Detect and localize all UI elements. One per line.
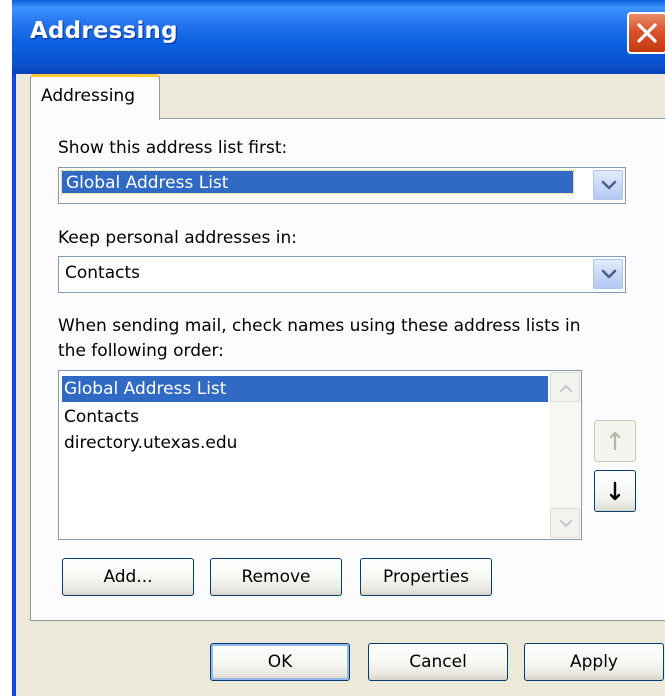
chevron-up-icon [559, 384, 573, 393]
chevron-down-icon [601, 269, 617, 279]
move-up-button[interactable] [594, 420, 636, 462]
keep-personal-dropdown[interactable]: Contacts [58, 256, 626, 293]
properties-button[interactable]: Properties [360, 558, 492, 596]
add-button[interactable]: Add... [62, 558, 194, 596]
scroll-down-button[interactable] [550, 508, 580, 538]
title-bar[interactable]: Addressing [12, 0, 665, 74]
show-first-dropdown[interactable]: Global Address List [58, 167, 626, 204]
listbox-scrollbar[interactable] [550, 372, 580, 538]
keep-personal-label: Keep personal addresses in: [58, 228, 297, 248]
desktop-strip [0, 0, 12, 696]
chevron-down-icon [559, 519, 573, 528]
show-first-value: Global Address List [61, 170, 574, 194]
address-lists-listbox[interactable]: Global Address List Contacts directory.u… [58, 370, 582, 540]
cancel-button[interactable]: Cancel [368, 643, 508, 681]
close-button[interactable] [627, 12, 665, 54]
arrow-up-icon [609, 431, 621, 451]
remove-button[interactable]: Remove [210, 558, 342, 596]
show-first-dropdown-button[interactable] [593, 170, 623, 200]
list-item[interactable]: Global Address List [62, 376, 548, 402]
keep-personal-value: Contacts [65, 263, 140, 283]
ok-button[interactable]: OK [210, 643, 350, 681]
move-down-button[interactable] [594, 470, 636, 512]
list-item[interactable]: directory.utexas.edu [62, 430, 237, 456]
check-names-label-line2: the following order: [58, 341, 224, 361]
chevron-down-icon [601, 180, 617, 190]
scroll-up-button[interactable] [550, 372, 580, 402]
window-title: Addressing [30, 18, 178, 44]
addressing-dialog: Addressing Addressing Show this address … [0, 0, 665, 696]
check-names-label-line1: When sending mail, check names using the… [58, 316, 581, 336]
apply-button[interactable]: Apply [524, 643, 664, 681]
tab-addressing-label: Addressing [41, 86, 135, 106]
tab-addressing[interactable]: Addressing [30, 74, 160, 120]
keep-personal-dropdown-button[interactable] [593, 259, 623, 289]
close-icon [637, 23, 657, 43]
list-item[interactable]: Contacts [62, 404, 139, 430]
show-first-label: Show this address list first: [58, 138, 288, 158]
window-left-border [12, 0, 16, 696]
arrow-down-icon [609, 481, 621, 501]
